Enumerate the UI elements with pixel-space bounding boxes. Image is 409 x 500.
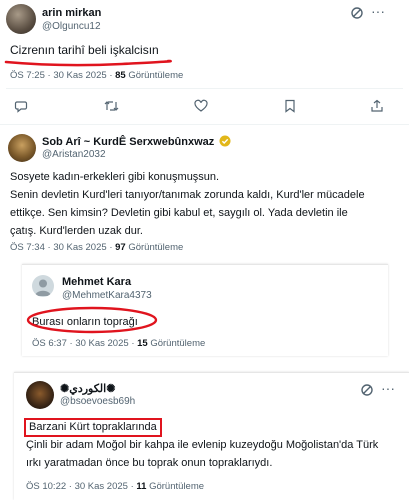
view-count: 97 — [115, 242, 126, 253]
tweet-meta: ÖS 7:34 · 30 Kas 2025 · 97 Görüntüleme — [10, 242, 183, 253]
author-handle[interactable]: @bsoevoesb69h — [60, 396, 135, 407]
reply-icon[interactable] — [14, 99, 28, 113]
author-name[interactable]: ✺الكوردي✺ — [60, 382, 115, 395]
view-label: Görüntüleme — [149, 481, 205, 492]
author-name[interactable]: Sob Arî ~ KurdÊ Serxwebûnxwaz — [42, 136, 214, 148]
avatar[interactable] — [8, 134, 36, 162]
bookmark-icon[interactable] — [284, 99, 296, 113]
more-icon[interactable]: ··· — [371, 4, 385, 18]
tweet-time[interactable]: ÖS 7:34 — [10, 242, 45, 253]
more-icon[interactable]: ··· — [381, 381, 395, 395]
tweet-text-line: çatış. Kurd'lerden uzak dur. — [10, 225, 143, 237]
view-count: 15 — [137, 338, 148, 349]
tweet-time[interactable]: ÖS 7:25 — [10, 70, 45, 81]
meta-separator: · — [109, 70, 113, 81]
retweet-icon[interactable] — [104, 99, 119, 113]
meta-separator: · — [47, 242, 51, 253]
divider — [6, 88, 403, 89]
author-name[interactable]: arin mirkan — [42, 7, 101, 19]
avatar[interactable] — [26, 381, 54, 409]
tweet-text-line: ırkı yaratmadan önce bu toprak onun topr… — [26, 457, 273, 469]
like-icon[interactable] — [194, 99, 208, 113]
tweet-time[interactable]: ÖS 10:22 — [26, 481, 66, 492]
author-handle[interactable]: @Olguncu12 — [42, 21, 101, 32]
tweet-text: Çinli bir adam Moğol bir kahpa ile evlen… — [26, 437, 406, 471]
view-label: Görüntüleme — [128, 70, 184, 81]
tweet-date[interactable]: 30 Kas 2025 — [75, 481, 128, 492]
author-name-row: Sob Arî ~ KurdÊ Serxwebûnxwaz — [42, 135, 231, 148]
divider — [0, 124, 409, 125]
tweet-text-line: ettikçe. Sen kimsin? Devletin gibi kabul… — [10, 207, 348, 219]
default-avatar-icon — [35, 279, 51, 296]
grok-icon[interactable] — [350, 6, 364, 20]
tweet-card-3[interactable]: Mehmet Kara @MehmetKara4373 Burası onlar… — [22, 264, 388, 356]
tweet-meta: ÖS 6:37 · 30 Kas 2025 · 15 Görüntüleme — [32, 338, 205, 349]
meta-separator: · — [130, 481, 134, 492]
meta-separator: · — [131, 338, 135, 349]
avatar[interactable] — [32, 275, 54, 297]
red-underline-annotation — [4, 59, 172, 67]
meta-separator: · — [109, 242, 113, 253]
tweet-card-4[interactable]: ✺الكوردي✺ @bsoevoesb69h ··· Barzani Kürt… — [14, 372, 409, 500]
author-handle[interactable]: @Aristan2032 — [42, 149, 106, 160]
view-label: Görüntüleme — [128, 242, 184, 253]
tweet-text: Sosyete kadın-erkekleri gibi konuşmuşsun… — [10, 169, 405, 239]
share-icon[interactable] — [370, 99, 384, 113]
tweet-text-line: Sosyete kadın-erkekleri gibi konuşmuşsun… — [10, 171, 220, 183]
tweet-text-line: Çinli bir adam Moğol bir kahpa ile evlen… — [26, 439, 379, 451]
tweet-text-boxed: Barzani Kürt topraklarında — [24, 418, 162, 437]
tweet-card-2[interactable]: Sob Arî ~ KurdÊ Serxwebûnxwaz @Aristan20… — [0, 128, 409, 260]
tweet-card-1[interactable]: arin mirkan @Olguncu12 ··· Cizrenın tari… — [0, 0, 409, 128]
tweet-text-line: Senin devletin Kurd'leri tanıyor/tanımak… — [10, 189, 365, 201]
view-count: 11 — [136, 481, 147, 492]
meta-separator: · — [68, 481, 72, 492]
tweet-time[interactable]: ÖS 6:37 — [32, 338, 67, 349]
author-name[interactable]: Mehmet Kara — [62, 276, 131, 288]
avatar[interactable] — [6, 4, 36, 34]
meta-separator: · — [69, 338, 73, 349]
verified-badge-icon — [219, 135, 231, 147]
view-label: Görüntüleme — [150, 338, 206, 349]
tweet-meta: ÖS 7:25 · 30 Kas 2025 · 85 Görüntüleme — [10, 70, 183, 81]
tweet-meta: ÖS 10:22 · 30 Kas 2025 · 11 Görüntüleme — [26, 481, 204, 492]
tweet-date[interactable]: 30 Kas 2025 — [53, 242, 106, 253]
grok-icon[interactable] — [360, 383, 374, 397]
tweet-date[interactable]: 30 Kas 2025 — [53, 70, 106, 81]
author-handle[interactable]: @MehmetKara4373 — [62, 290, 152, 301]
red-circle-annotation — [26, 306, 158, 334]
meta-separator: · — [47, 70, 51, 81]
view-count: 85 — [115, 70, 126, 81]
tweet-date[interactable]: 30 Kas 2025 — [75, 338, 128, 349]
